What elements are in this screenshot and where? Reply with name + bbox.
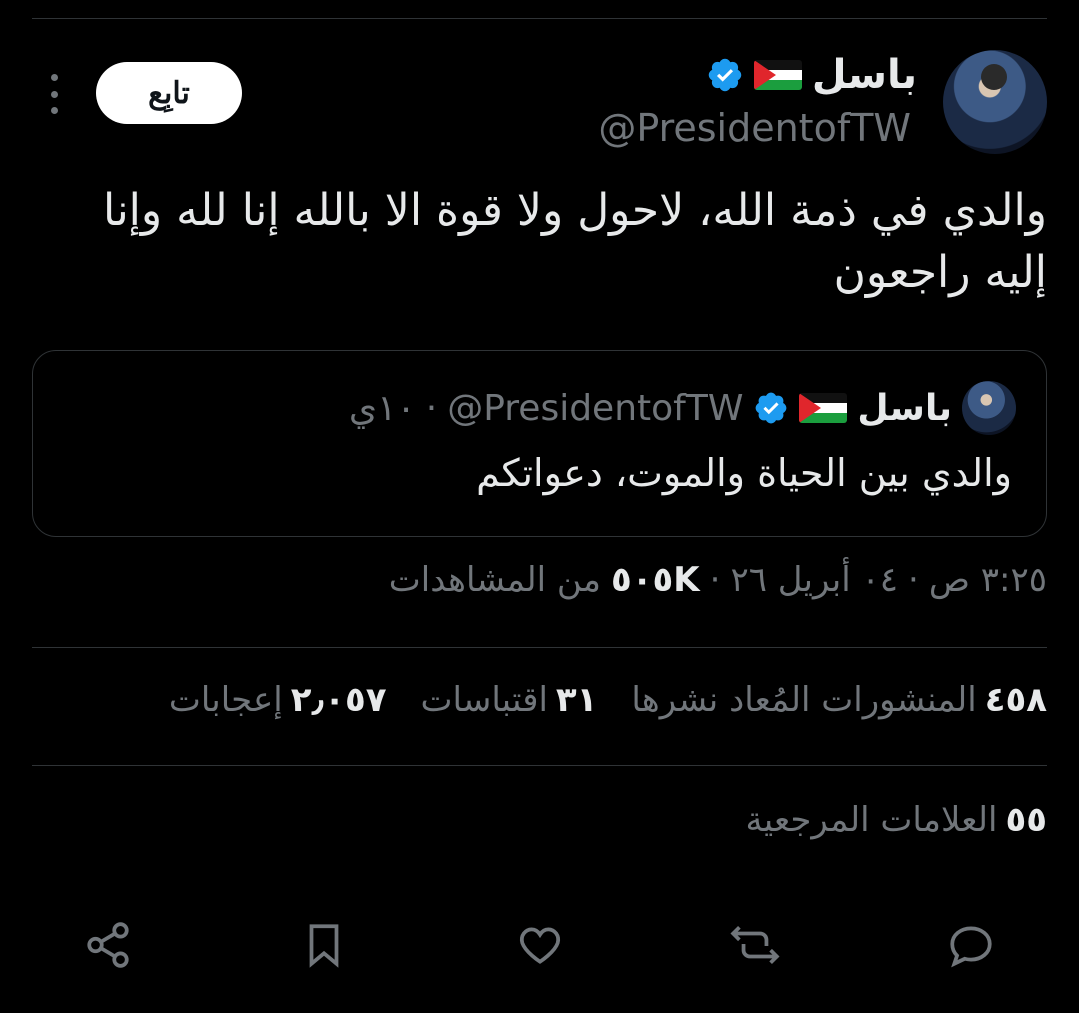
reposts-label: المنشورات المُعاد نشرها [631,680,977,720]
bookmark-icon [309,924,339,968]
bookmarks-stat[interactable]: ٥٥العلامات المرجعية [745,800,1047,840]
quote-author-name: باسل [857,387,952,429]
quote-text: والدي بين الحياة والموت، دعواتكم [476,451,1012,495]
bookmark-button[interactable] [296,917,352,973]
divider [32,647,1047,648]
tweet-stats: ٤٥٨المنشورات المُعاد نشرها ٣١اقتباسات ٢٫… [169,680,1047,720]
reply-button[interactable] [943,917,999,973]
likes-count: ٢٫٠٥٧ [290,680,387,720]
meta-separator: · [908,560,919,600]
avatar[interactable] [943,50,1047,154]
author-name[interactable]: باسل [812,52,917,98]
reposts-count: ٤٥٨ [984,680,1047,720]
palestine-flag-icon [753,60,802,90]
quote-header: باسل @PresidentofTW · ١٠ي [349,381,1016,435]
more-options-icon[interactable] [42,74,66,114]
views-label: من المشاهدات [388,560,602,600]
quotes-count: ٣١ [555,680,598,720]
author-handle[interactable]: @PresidentofTW [598,106,911,150]
tweet-time: ٣:٢٥ ص [928,560,1047,600]
divider [32,765,1047,766]
share-button[interactable] [80,917,136,973]
author-name-line: باسل [706,52,917,98]
verified-badge-icon [708,58,742,92]
bookmarks-count: ٥٥ [1005,800,1047,840]
tweet-text: والدي في ذمة الله، لاحول ولا قوة الا بال… [103,185,1047,298]
tweet-header: باسل @PresidentofTW تابِع [32,50,1047,160]
reply-icon [950,926,992,968]
quote-avatar [962,381,1016,435]
likes-label: إعجابات [168,680,283,720]
reposts-stat[interactable]: ٤٥٨المنشورات المُعاد نشرها [631,680,1047,720]
bookmarks-label: العلامات المرجعية [745,800,998,840]
meta-separator: · [709,560,721,600]
quote-time: ١٠ي [348,387,416,429]
tweet-meta: ٣:٢٥ ص · ٠٤ أبريل ٢٦ · ٥٠٥K من المشاهدات [389,560,1047,600]
views-count: ٥٠٥K [611,560,700,600]
quote-author-handle: @PresidentofTW [447,387,744,429]
quoted-tweet[interactable]: باسل @PresidentofTW · ١٠ي والدي بين الحي… [32,350,1047,537]
action-bar [80,915,999,975]
repost-icon [730,925,780,965]
follow-button[interactable]: تابِع [96,62,242,124]
quote-separator: · [425,387,438,429]
verified-badge-icon [756,392,787,424]
quotes-label: اقتباسات [420,680,548,720]
top-divider [32,18,1047,19]
like-button[interactable] [512,917,568,973]
heart-icon [519,927,560,964]
repost-button[interactable] [727,917,783,973]
likes-stat[interactable]: ٢٫٠٥٧إعجابات [169,680,387,720]
share-icon [87,922,129,968]
tweet-date: ٠٤ أبريل ٢٦ [730,560,899,600]
palestine-flag-icon [799,393,848,423]
quotes-stat[interactable]: ٣١اقتباسات [420,680,597,720]
